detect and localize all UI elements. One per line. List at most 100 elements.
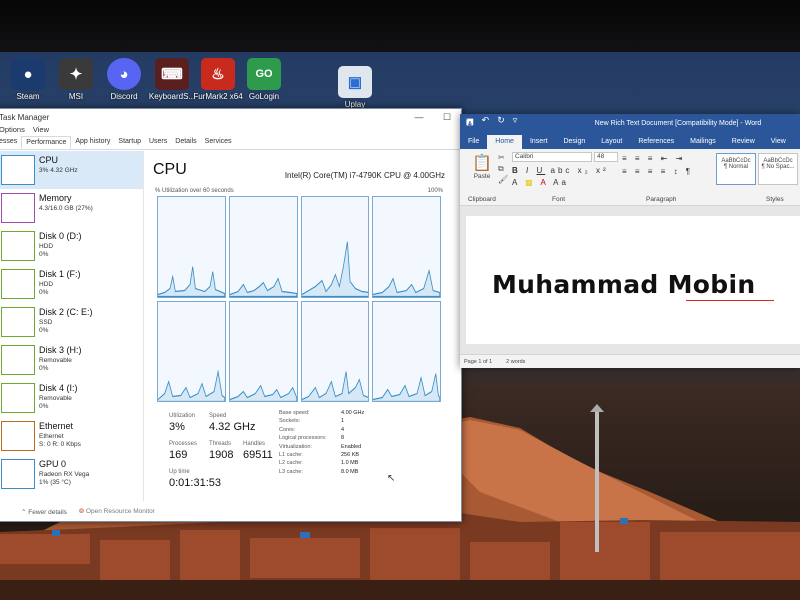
tab-home[interactable]: Home	[487, 135, 522, 149]
resource-sub: 4.3/16.0 GB (27%)	[39, 205, 93, 212]
style-no-spacing[interactable]: AaBbCcDc ¶ No Spac...	[758, 153, 798, 185]
tab-details[interactable]: Details	[171, 136, 200, 149]
copy-icon[interactable]: ⧉	[498, 164, 504, 174]
style-normal[interactable]: AaBbCcDc ¶ Normal	[716, 153, 756, 185]
detail-key: Logical processors:	[279, 435, 327, 442]
tab-references[interactable]: References	[630, 138, 682, 149]
resource-sub: Radeon RX Vega	[39, 471, 90, 478]
steam-icon: ●	[11, 58, 45, 90]
cut-icon[interactable]: ✂	[498, 153, 505, 162]
tab-processes[interactable]: esses	[0, 136, 21, 149]
resource-memory[interactable]: Memory 4.3/16.0 GB (27%)	[0, 189, 143, 227]
threads-label: Threads	[209, 441, 232, 447]
disk-thumbnail	[1, 269, 35, 299]
redo-icon[interactable]: ↻	[497, 115, 505, 131]
processes-label: Processes	[169, 441, 198, 447]
gologin-desktop-icon[interactable]: GO GoLogin	[236, 58, 292, 101]
resource-name: Memory	[39, 193, 72, 203]
resource-list: CPU 3% 4.32 GHz Memory 4.3/16.0 GB (27%)…	[0, 151, 144, 501]
tab-layout[interactable]: Layout	[593, 138, 630, 149]
resource-name: Disk 4 (I:)	[39, 383, 78, 393]
uplay-desktop-icon[interactable]: ▣ Uplay	[327, 66, 383, 109]
discord-icon: ◕	[107, 58, 141, 90]
group-font: Font	[552, 196, 566, 203]
resource-monitor-link[interactable]: ⦾ Open Resource Monitor	[79, 508, 155, 516]
resource-disk-0[interactable]: Disk 0 (D:) HDD 0%	[0, 227, 143, 265]
core-graph	[300, 196, 370, 298]
menu-options[interactable]: Options	[0, 125, 25, 136]
page-count[interactable]: Page 1 of 1	[464, 359, 492, 365]
tab-mailings[interactable]: Mailings	[682, 138, 724, 149]
tab-app-history[interactable]: App history	[71, 136, 114, 149]
minimize-button[interactable]: —	[405, 112, 433, 122]
disk-thumbnail	[1, 231, 35, 261]
tab-users[interactable]: Users	[145, 136, 171, 149]
tab-startup[interactable]: Startup	[114, 136, 145, 149]
ribbon-home: 📋 Paste ✂ ⧉ 🖌 Calibri 48 B I U abc x₂ x²…	[460, 149, 800, 206]
tab-bar: esses Performance App history Startup Us…	[0, 136, 461, 150]
font-size-select[interactable]: 48	[594, 152, 618, 162]
core-graph	[372, 196, 441, 298]
icon-label: GoLogin	[248, 92, 280, 101]
font-color-buttons[interactable]: A ▩ A Aa	[512, 178, 569, 187]
status-bar: Page 1 of 1 2 words	[460, 354, 800, 368]
fewer-details-link[interactable]: ⌃ Fewer details	[21, 508, 67, 516]
resource-sub: Removable	[39, 357, 72, 364]
resource-sub: HDD	[39, 281, 54, 288]
tab-view[interactable]: View	[763, 138, 794, 149]
core-graph	[157, 196, 226, 298]
resource-gpu[interactable]: GPU 0 Radeon RX Vega 1% (35 °C)	[0, 455, 143, 493]
undo-icon[interactable]: ↶	[482, 115, 490, 131]
processes-value: 169	[169, 449, 188, 461]
menu-view[interactable]: View	[33, 125, 49, 136]
maximize-button[interactable]: ☐	[433, 112, 461, 123]
keyboard-icon: ⌨	[155, 58, 189, 90]
document-title: New Rich Text Document [Compatibility Mo…	[594, 119, 762, 127]
msi-icon: ✦	[59, 58, 93, 90]
resource-disk-3[interactable]: Disk 3 (H:) Removable 0%	[0, 341, 143, 379]
detail-key: Sockets:	[279, 418, 301, 425]
tab-insert[interactable]: Insert	[522, 138, 556, 149]
format-painter-icon[interactable]: 🖌	[498, 175, 508, 184]
uptime-label: Up time	[169, 469, 190, 475]
resource-cpu[interactable]: CPU 3% 4.32 GHz	[0, 151, 143, 189]
group-paragraph: Paragraph	[646, 196, 677, 203]
document-text[interactable]: Muhammad Mobin	[492, 270, 755, 299]
monitor-bezel	[0, 0, 800, 52]
word-window: 🖪 ↶ ↻ ▿ New Rich Text Document [Compatib…	[460, 114, 800, 368]
word-count[interactable]: 2 words	[506, 359, 525, 365]
font-format-buttons[interactable]: B I U abc x₂ x²	[512, 166, 609, 175]
save-icon[interactable]: 🖪	[466, 115, 474, 131]
alignment-buttons[interactable]: ≡ ≡ ≡ ≡ ↕ ¶	[622, 167, 693, 176]
cpu-detail-keys: Base speed: Sockets: Cores: Logical proc…	[279, 409, 326, 476]
core-graph	[157, 300, 226, 402]
tab-file[interactable]: File	[460, 138, 487, 149]
tab-performance[interactable]: Performance	[21, 136, 72, 149]
resource-disk-4[interactable]: Disk 4 (I:) Removable 0%	[0, 379, 143, 417]
disk-thumbnail	[1, 383, 35, 413]
word-titlebar: 🖪 ↶ ↻ ▿ New Rich Text Document [Compatib…	[460, 114, 800, 132]
resource-monitor-icon: ⦾	[78, 508, 85, 515]
tab-services[interactable]: Services	[201, 136, 236, 149]
resource-name: Disk 2 (C: E:)	[39, 307, 93, 317]
customize-icon[interactable]: ▿	[513, 115, 518, 131]
resource-disk-2[interactable]: Disk 2 (C: E:) SSD 0%	[0, 303, 143, 341]
tab-design[interactable]: Design	[555, 138, 593, 149]
resource-ethernet[interactable]: Ethernet Ethernet S: 0 R: 0 Kbps	[0, 417, 143, 455]
style-name: ¶ No Spac...	[761, 164, 795, 170]
tab-review[interactable]: Review	[724, 138, 763, 149]
resource-sub: HDD	[39, 243, 54, 250]
list-buttons[interactable]: ≡ ≡ ≡ ⇤ ⇥	[622, 154, 685, 163]
handles-value: 69511	[243, 449, 273, 461]
quick-access-toolbar: 🖪 ↶ ↻ ▿	[460, 115, 556, 131]
resource-name: Disk 0 (D:)	[39, 231, 82, 241]
cpu-detail-values: 4.00 GHz 1 4 8 Enabled 256 KB 1.0 MB 8.0…	[341, 409, 364, 476]
core-graph	[300, 300, 370, 402]
threads-value: 1908	[209, 449, 234, 461]
handles-label: Handles	[243, 441, 266, 447]
document-page[interactable]: Muhammad Mobin	[466, 216, 800, 344]
font-name-select[interactable]: Calibri	[512, 152, 592, 162]
core-graph	[372, 300, 441, 402]
resource-disk-1[interactable]: Disk 1 (F:) HDD 0%	[0, 265, 143, 303]
paste-button[interactable]: 📋 Paste	[468, 153, 496, 180]
